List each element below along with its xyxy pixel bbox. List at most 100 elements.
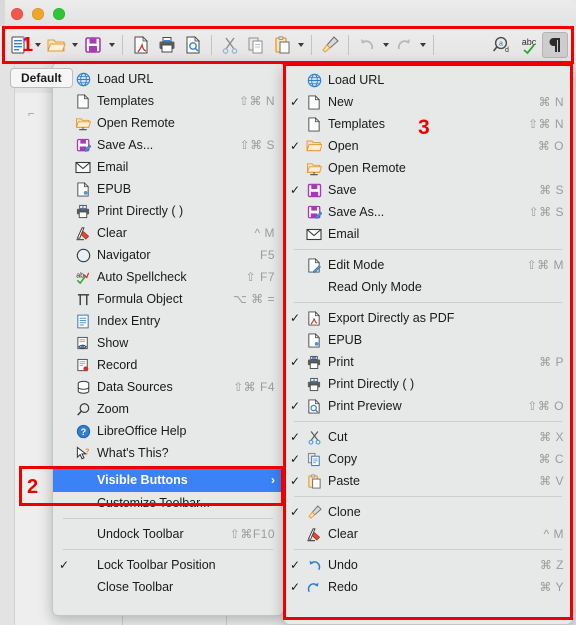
menu-item-save-as[interactable]: Save As... ⇧⌘ S [53, 134, 283, 156]
menu-item-customize-toolbar[interactable]: Customize Toolbar... [53, 492, 283, 514]
menu-item-templates[interactable]: Templates ⇧⌘ N [53, 90, 283, 112]
submenu-item-print[interactable]: ✓ Print ⌘ P [284, 351, 572, 373]
submenu-item-paste[interactable]: ✓ Paste ⌘ V [284, 470, 572, 492]
save-floppy-icon [85, 36, 101, 53]
style-tab-default[interactable]: Default [10, 68, 73, 88]
submenu-item-save[interactable]: ✓ Save ⌘ S [284, 179, 572, 201]
open-dropdown-arrow[interactable] [69, 32, 80, 58]
open-remote-icon [73, 114, 93, 132]
save-button[interactable] [80, 32, 106, 58]
submenu-item-print-preview[interactable]: ✓ Print Preview ⇧⌘ O [284, 395, 572, 417]
menu-item-label: Open Remote [97, 116, 175, 130]
submenu-item-copy[interactable]: ✓ Copy ⌘ C [284, 448, 572, 470]
menu-item-lock-toolbar-position[interactable]: ✓ Lock Toolbar Position [53, 554, 283, 576]
menu-separator [294, 549, 562, 550]
undo-button[interactable] [354, 32, 380, 58]
database-icon [73, 378, 93, 396]
menu-item-auto-spellcheck[interactable]: ab Auto Spellcheck ⇧ F7 [53, 266, 283, 288]
submenu-item-edit-mode[interactable]: Edit Mode ⇧⌘ M [284, 254, 572, 276]
spelling-abc-icon: ab [73, 268, 93, 286]
redo-button[interactable] [391, 32, 417, 58]
submenu-item-open[interactable]: ✓ Open ⌘ O [284, 135, 572, 157]
menu-item-shortcut: ⇧⌘ N [238, 94, 275, 108]
new-document-button[interactable] [6, 32, 32, 58]
menu-item-formula-object[interactable]: Formula Object ⌥ ⌘ = [53, 288, 283, 310]
menu-item-show[interactable]: Show [53, 332, 283, 354]
submenu-item-templates[interactable]: Templates ⇧⌘ N [284, 113, 572, 135]
menu-item-data-sources[interactable]: Data Sources ⇧⌘ F4 [53, 376, 283, 398]
check-mark: ✓ [290, 183, 301, 197]
menu-item-load-url[interactable]: Load URL [53, 68, 283, 90]
check-mark: ✓ [290, 474, 301, 488]
paste-button[interactable] [269, 32, 295, 58]
check-mark: ✓ [290, 95, 301, 109]
minimize-window-button[interactable] [32, 8, 44, 20]
submenu-item-clear[interactable]: Clear ^ M [284, 523, 572, 545]
menu-item-record[interactable]: Record [53, 354, 283, 376]
cut-button[interactable] [217, 32, 243, 58]
menu-separator [294, 249, 562, 250]
menu-item-visible-buttons[interactable]: Visible Buttons › [53, 468, 283, 492]
window-titlebar [0, 0, 576, 26]
toolbar-context-menu: Load URL Templates ⇧⌘ N Open Remote Save… [52, 62, 284, 616]
submenu-item-redo[interactable]: ✓ Redo ⌘ Y [284, 576, 572, 598]
submenu-item-shortcut: ⌘ V [539, 474, 564, 488]
envelope-icon [304, 225, 324, 243]
submenu-item-shortcut: ⌘ Y [539, 580, 564, 594]
menu-item-epub[interactable]: EPUB [53, 178, 283, 200]
menu-item-shortcut: ⌥ ⌘ = [232, 292, 275, 306]
submenu-item-export-directly-as-pdf[interactable]: ✓ Export Directly as PDF [284, 307, 572, 329]
menu-item-print-directly[interactable]: Print Directly ( ) [53, 200, 283, 222]
paste-dropdown-arrow[interactable] [295, 32, 306, 58]
submenu-item-cut[interactable]: ✓ Cut ⌘ X [284, 426, 572, 448]
new-document-dropdown-arrow[interactable] [32, 32, 43, 58]
print-button[interactable] [154, 32, 180, 58]
paste-clipboard-icon [275, 35, 290, 53]
clear-icon [304, 525, 324, 543]
submenu-item-undo[interactable]: ✓ Undo ⌘ Z [284, 554, 572, 576]
menu-item-close-toolbar[interactable]: Close Toolbar [53, 576, 283, 598]
submenu-item-epub[interactable]: EPUB [284, 329, 572, 351]
submenu-item-save-as[interactable]: Save As... ⇧⌘ S [284, 201, 572, 223]
submenu-item-load-url[interactable]: Load URL [284, 69, 572, 91]
menu-item-whats-this[interactable]: ? What's This? [53, 442, 283, 464]
spelling-abc-icon: abc [522, 37, 537, 54]
menu-item-open-remote[interactable]: Open Remote [53, 112, 283, 134]
maximize-window-button[interactable] [53, 8, 65, 20]
page-icon [73, 92, 93, 110]
formatting-marks-button[interactable] [542, 31, 568, 58]
menu-item-zoom[interactable]: Zoom [53, 398, 283, 420]
menu-item-libreoffice-help[interactable]: ? LibreOffice Help [53, 420, 283, 442]
submenu-item-label: New [328, 95, 354, 109]
check-mark: ✓ [290, 452, 301, 466]
submenu-item-read-only-mode[interactable]: Read Only Mode [284, 276, 572, 298]
menu-item-email[interactable]: Email [53, 156, 283, 178]
menu-item-label: Clear [97, 226, 127, 240]
close-window-button[interactable] [11, 8, 23, 20]
save-dropdown-arrow[interactable] [106, 32, 117, 58]
copy-button[interactable] [243, 32, 269, 58]
submenu-item-print-directly[interactable]: Print Directly ( ) [284, 373, 572, 395]
menu-separator [294, 302, 562, 303]
spelling-button[interactable]: abc [516, 32, 542, 58]
export-as-pdf-button[interactable] [128, 32, 154, 58]
menu-item-undock-toolbar[interactable]: Undock Toolbar ⇧⌘F10 [53, 523, 283, 545]
menu-item-clear[interactable]: Clear ^ M [53, 222, 283, 244]
page-icon [304, 93, 324, 111]
read-only-spacer-icon [304, 278, 324, 296]
globe-icon [73, 70, 93, 88]
menu-item-index-entry[interactable]: Index Entry [53, 310, 283, 332]
submenu-item-open-remote[interactable]: Open Remote [284, 157, 572, 179]
ruler-corner-marker: ⌐ [28, 108, 35, 120]
find-and-replace-button[interactable]: a d [490, 32, 516, 58]
submenu-item-email[interactable]: Email [284, 223, 572, 245]
submenu-item-new[interactable]: ✓ New ⌘ N [284, 91, 572, 113]
scissors-icon [304, 428, 324, 446]
open-button[interactable] [43, 32, 69, 58]
redo-dropdown-arrow[interactable] [417, 32, 428, 58]
print-preview-button[interactable] [180, 32, 206, 58]
submenu-item-clone[interactable]: ✓ Clone [284, 501, 572, 523]
undo-dropdown-arrow[interactable] [380, 32, 391, 58]
clone-formatting-button[interactable] [317, 32, 343, 58]
menu-item-navigator[interactable]: Navigator F5 [53, 244, 283, 266]
